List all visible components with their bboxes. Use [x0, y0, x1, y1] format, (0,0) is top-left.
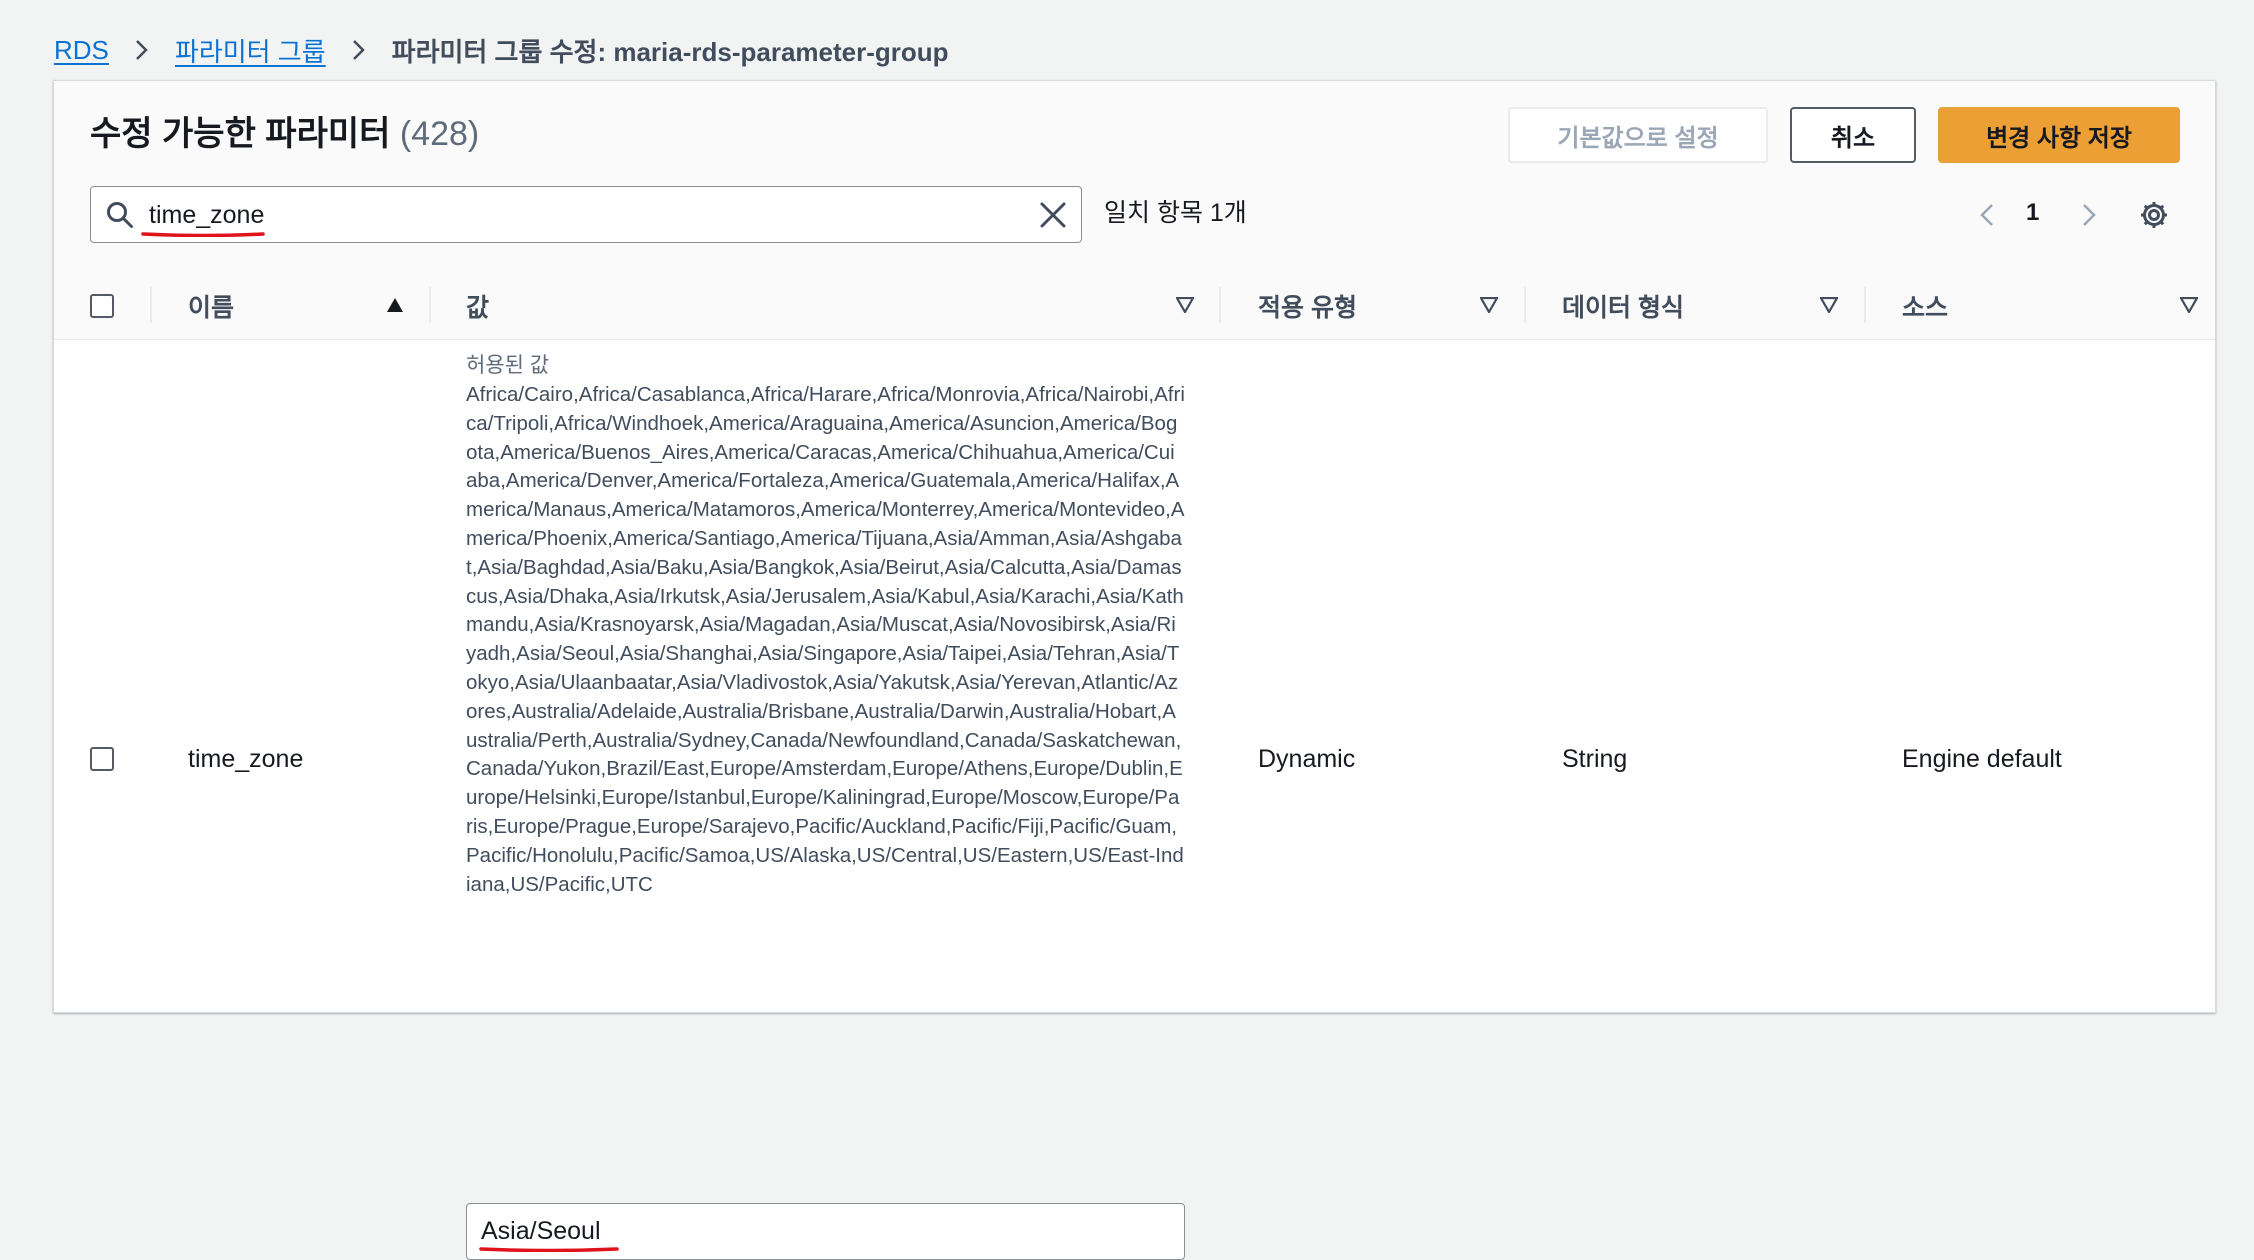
data-type: String [1562, 745, 1628, 773]
select-all-checkbox[interactable] [90, 294, 114, 318]
title-text: 수정 가능한 파라미터 [90, 115, 391, 153]
source: Engine default [1902, 745, 2062, 773]
clear-icon[interactable] [1037, 199, 1069, 231]
annotation-underline [479, 1247, 619, 1252]
search-icon [107, 202, 133, 228]
parameter-value: Asia/Seoul [481, 1217, 601, 1245]
sort-icon[interactable] [1820, 297, 1838, 313]
chevron-right-icon [136, 40, 148, 60]
row-checkbox[interactable] [90, 747, 114, 771]
breadcrumb: RDS 파라미터 그룹 파라미터 그룹 수정: maria-rds-parame… [54, 30, 949, 70]
breadcrumb-current: 파라미터 그룹 수정: maria-rds-parameter-group [391, 36, 949, 67]
allowed-values-label: 허용된 값 [466, 354, 550, 377]
column-header-name[interactable]: 이름 [188, 271, 234, 340]
column-header-source[interactable]: 소스 [1902, 271, 1948, 340]
column-divider [1864, 287, 1866, 323]
chevron-right-icon [352, 40, 365, 60]
gear-icon[interactable] [2138, 199, 2170, 231]
table-row: time_zone 허용된 값 Africa/Cairo,Africa/Casa… [54, 341, 2215, 1260]
chevron-left-icon[interactable] [1974, 202, 2000, 228]
cancel-button[interactable]: 취소 [1790, 107, 1916, 163]
parameter-name: time_zone [188, 745, 304, 773]
annotation-underline [141, 232, 265, 237]
parameters-panel: 수정 가능한 파라미터 (428) 기본값으로 설정 취소 변경 사항 저장 t… [53, 80, 2216, 1260]
column-divider [150, 287, 152, 323]
table-header: 이름 값 적용 유형 데이터 형식 소스 [54, 271, 2215, 340]
apply-type: Dynamic [1258, 745, 1356, 773]
reset-default-button[interactable]: 기본값으로 설정 [1508, 107, 1768, 163]
column-header-value[interactable]: 값 [466, 271, 489, 340]
sort-ascending-icon[interactable] [386, 297, 404, 313]
column-divider [429, 287, 431, 323]
column-header-apply-type[interactable]: 적용 유형 [1258, 271, 1357, 340]
breadcrumb-link-parameter-groups[interactable]: 파라미터 그룹 [175, 32, 326, 69]
panel-header: 수정 가능한 파라미터 (428) 기본값으로 설정 취소 변경 사항 저장 t… [54, 81, 2215, 271]
parameter-count: (428) [399, 115, 480, 153]
column-divider [1524, 287, 1526, 323]
breadcrumb-link-rds[interactable]: RDS [54, 35, 109, 66]
column-divider [1219, 287, 1221, 323]
allowed-values: Africa/Cairo,Africa/Casablanca,Africa/Ha… [466, 383, 1185, 896]
column-header-data-type[interactable]: 데이터 형식 [1562, 271, 1684, 340]
sort-icon[interactable] [1176, 297, 1194, 313]
search-value: time_zone [149, 201, 265, 229]
sort-icon[interactable] [2180, 297, 2198, 313]
sort-icon[interactable] [1480, 297, 1498, 313]
match-count: 일치 항목 1개 [1104, 199, 1247, 227]
parameter-value-input[interactable]: Asia/Seoul [466, 1203, 1185, 1260]
chevron-right-icon[interactable] [2076, 202, 2102, 228]
search-input[interactable]: time_zone [90, 186, 1082, 243]
current-page[interactable]: 1 [2026, 197, 2039, 229]
page-title: 수정 가능한 파라미터 (428) [90, 109, 479, 159]
save-changes-button[interactable]: 변경 사항 저장 [1938, 107, 2180, 163]
